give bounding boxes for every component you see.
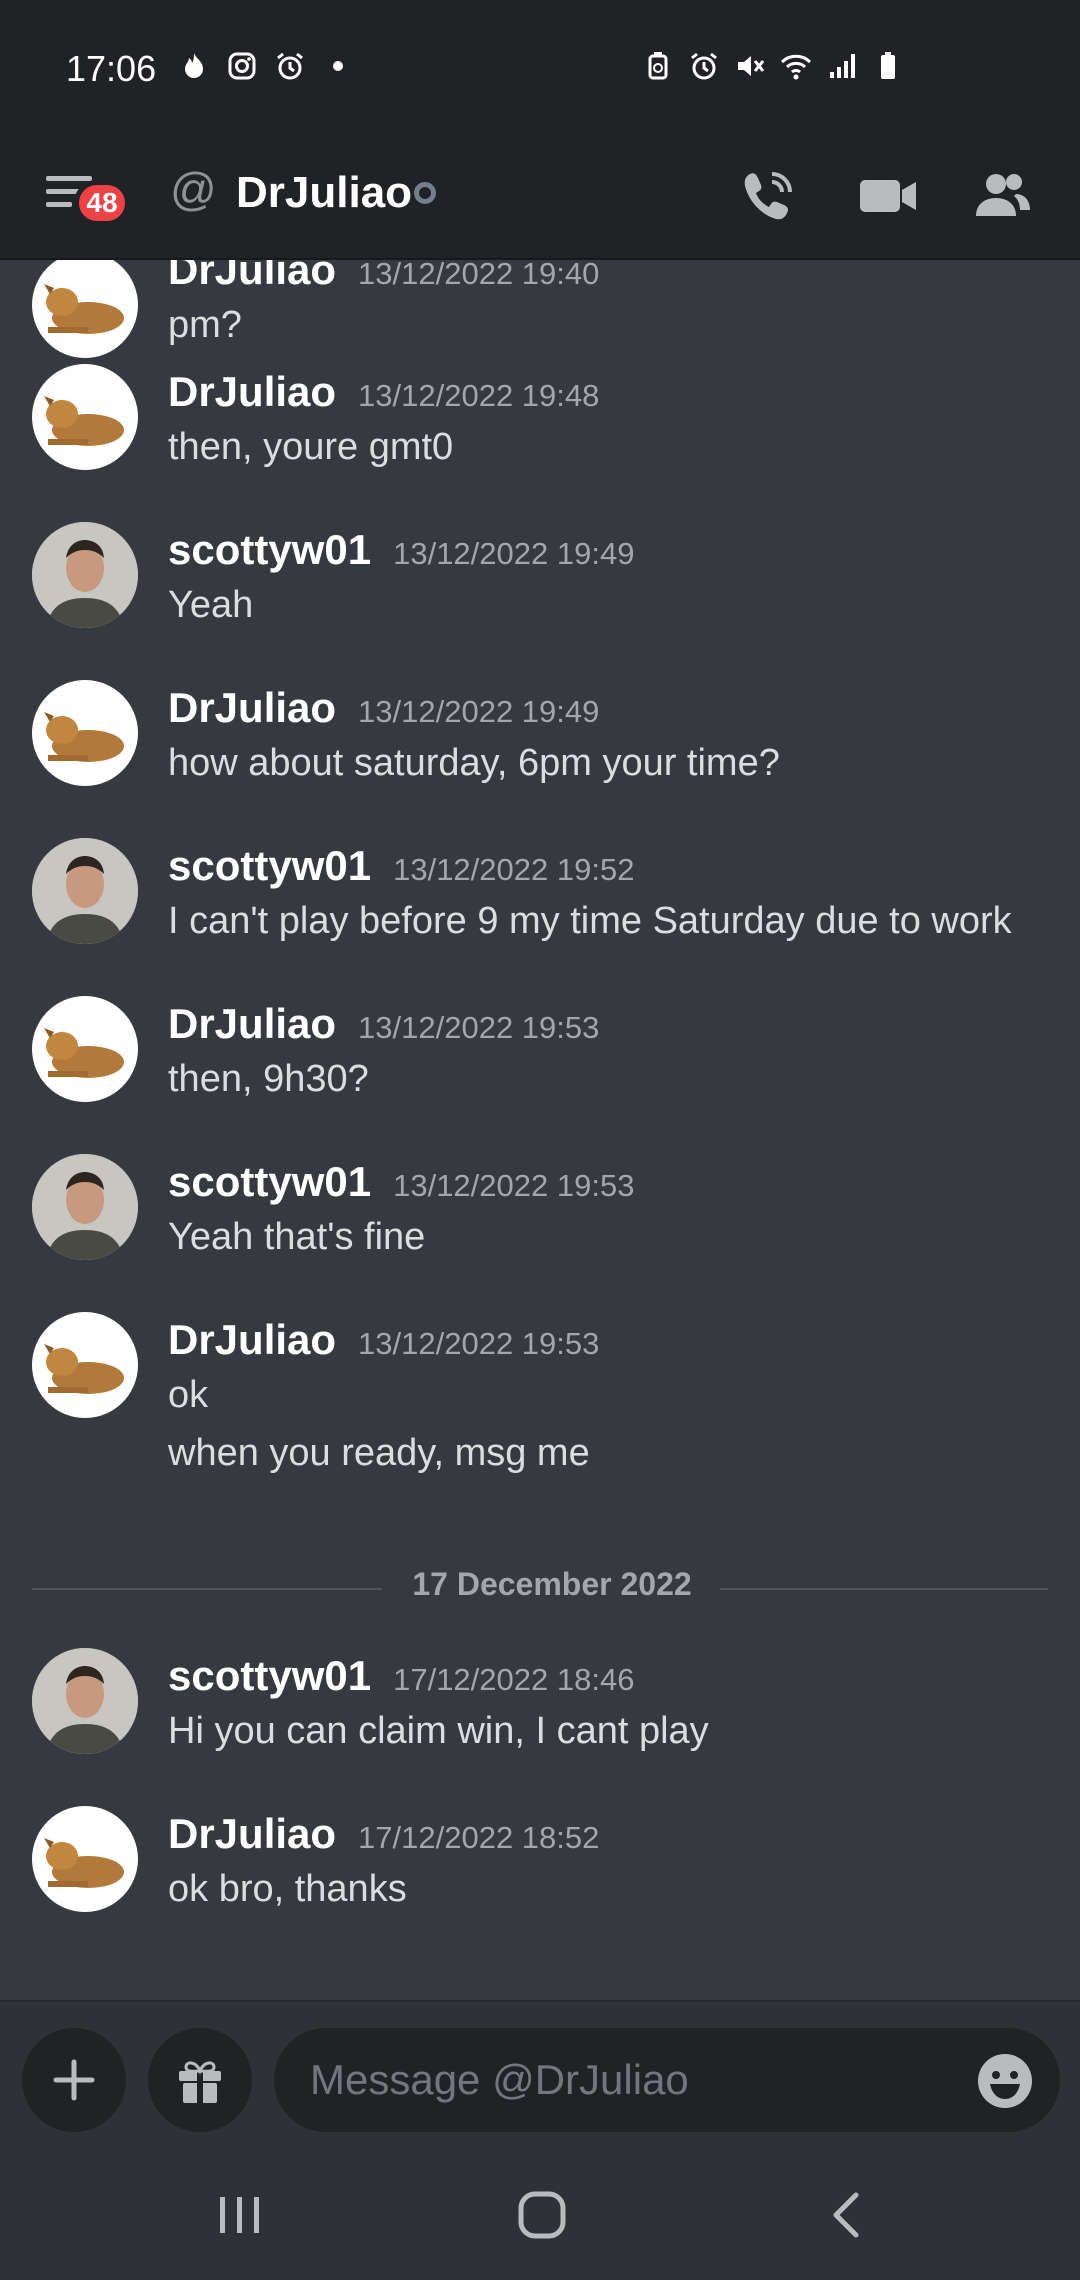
message-timestamp: 13/12/2022 19:53 — [358, 1010, 600, 1045]
message-author[interactable]: DrJuliao — [168, 1000, 336, 1048]
message-timestamp: 13/12/2022 19:53 — [358, 1326, 600, 1361]
video-call-icon[interactable] — [856, 164, 920, 228]
message-text: Hi you can claim win, I cant play — [168, 1710, 709, 1752]
message-timestamp: 17/12/2022 18:52 — [358, 1820, 600, 1855]
message-text: ok — [168, 1374, 209, 1416]
avatar[interactable] — [32, 1312, 138, 1418]
message-author[interactable]: DrJuliao — [168, 1316, 336, 1364]
avatar[interactable] — [32, 1154, 138, 1260]
avatar[interactable] — [32, 838, 138, 944]
status-bar: 17:06 — [0, 0, 1080, 140]
message-timestamp: 13/12/2022 19:53 — [393, 1168, 635, 1203]
mute-icon — [738, 56, 765, 76]
avatar[interactable] — [32, 680, 138, 786]
dot-icon — [333, 61, 343, 71]
wifi-icon — [780, 54, 812, 80]
avatar[interactable] — [32, 522, 138, 628]
dog-avatar-icon — [44, 1838, 124, 1888]
message-list[interactable]: DrJuliao 13/12/2022 19:40 pm? DrJuliao 1… — [0, 260, 1080, 2000]
message-text: ok bro, thanks — [168, 1868, 407, 1910]
message-timestamp: 13/12/2022 19:48 — [358, 378, 600, 413]
status-time: 17:06 — [66, 48, 157, 89]
recents-icon — [220, 2197, 259, 2233]
avatar[interactable] — [32, 364, 138, 470]
flame-icon — [185, 53, 203, 78]
message-author[interactable]: scottyw01 — [168, 526, 371, 574]
dog-avatar-icon — [44, 1344, 124, 1394]
battery-saver-icon — [648, 52, 668, 80]
person-avatar-icon — [32, 838, 138, 944]
message-text: I can't play before 9 my time Saturday d… — [168, 900, 1012, 942]
unread-badge: 48 — [74, 180, 130, 226]
message-timestamp: 13/12/2022 19:49 — [358, 694, 600, 729]
person-avatar-icon — [32, 1154, 138, 1260]
home-icon — [518, 2191, 566, 2239]
message-composer — [0, 2000, 1080, 2150]
message-text: then, 9h30? — [168, 1058, 369, 1100]
dog-avatar-icon — [44, 396, 124, 446]
add-attachment-button[interactable] — [22, 2028, 126, 2132]
person-avatar-icon — [32, 522, 138, 628]
emoji-icon[interactable] — [976, 2052, 1034, 2110]
message-author[interactable]: DrJuliao — [168, 260, 336, 294]
message-text: Yeah — [168, 584, 254, 626]
dog-avatar-icon — [44, 1028, 124, 1078]
date-divider-label: 17 December 2022 — [412, 1566, 692, 1602]
message-text: how about saturday, 6pm your time? — [168, 742, 780, 784]
message-text: when you ready, msg me — [168, 1432, 590, 1474]
date-divider: 17 December 2022 — [32, 1566, 1048, 1606]
back-icon — [833, 2192, 859, 2238]
plus-icon — [53, 2059, 95, 2101]
alarm-icon — [691, 52, 717, 80]
message-text: Yeah that's fine — [168, 1216, 426, 1258]
voice-call-icon[interactable] — [736, 164, 800, 228]
back-button[interactable] — [806, 2180, 886, 2250]
person-avatar-icon — [32, 1648, 138, 1754]
message-timestamp: 17/12/2022 18:46 — [393, 1662, 635, 1697]
channel-header: 48 @ DrJuliao — [0, 140, 1080, 260]
message-input[interactable] — [274, 2028, 1060, 2132]
alarm-icon — [277, 52, 303, 80]
page-title: DrJuliao — [236, 168, 413, 217]
message-timestamp: 13/12/2022 19:52 — [393, 852, 635, 887]
home-button[interactable] — [502, 2180, 582, 2250]
message-author[interactable]: scottyw01 — [168, 842, 371, 890]
system-nav-bar — [0, 2150, 1080, 2280]
avatar[interactable] — [32, 1648, 138, 1754]
message-timestamp: 13/12/2022 19:40 — [358, 260, 600, 291]
offline-status-icon — [414, 182, 436, 204]
message-author[interactable]: DrJuliao — [168, 684, 336, 732]
message-timestamp: 13/12/2022 19:49 — [393, 536, 635, 571]
message-author[interactable]: scottyw01 — [168, 1158, 371, 1206]
dog-avatar-icon — [44, 284, 124, 334]
message-author[interactable]: DrJuliao — [168, 368, 336, 416]
recents-button[interactable] — [200, 2180, 280, 2250]
at-icon: @ — [170, 163, 217, 215]
gift-icon — [179, 2061, 221, 2103]
message-text: pm? — [168, 304, 242, 346]
instagram-icon — [228, 52, 256, 80]
members-icon[interactable] — [970, 164, 1034, 228]
message-author[interactable]: DrJuliao — [168, 1810, 336, 1858]
battery-icon — [881, 52, 895, 79]
dog-avatar-icon — [44, 712, 124, 762]
avatar[interactable] — [32, 1806, 138, 1912]
signal-icon — [830, 54, 855, 78]
gift-button[interactable] — [148, 2028, 252, 2132]
message-text: then, youre gmt0 — [168, 426, 454, 468]
avatar[interactable] — [32, 260, 138, 358]
avatar[interactable] — [32, 996, 138, 1102]
message-author[interactable]: scottyw01 — [168, 1652, 371, 1700]
